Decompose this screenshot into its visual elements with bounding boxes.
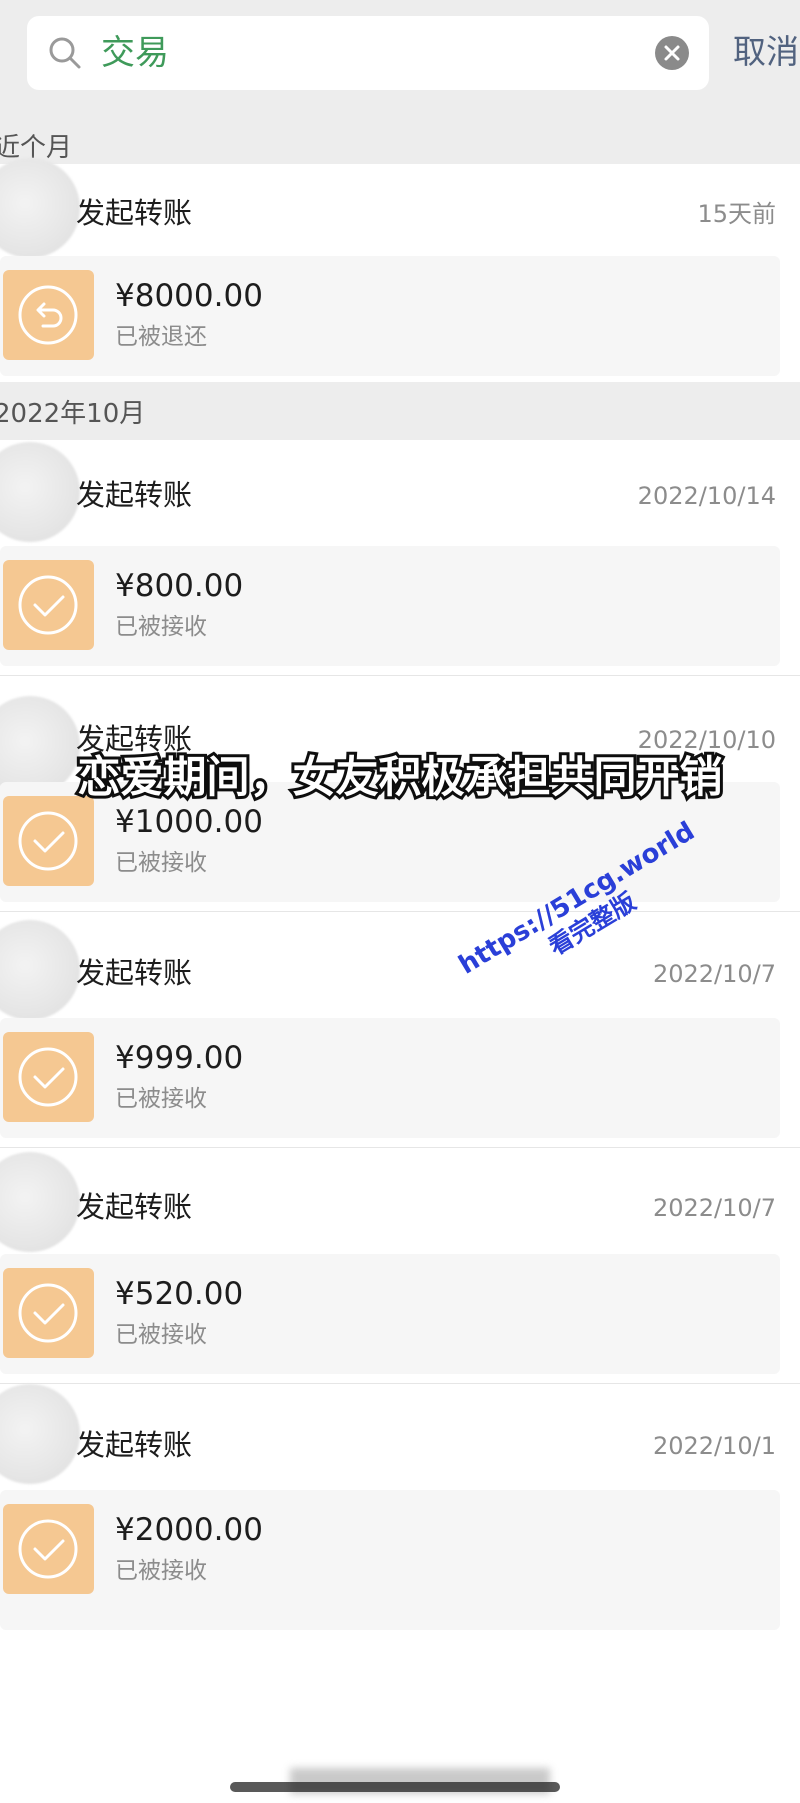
transaction-card[interactable]: 发起转账 2022/10/14 ¥800.00 已被接收: [0, 440, 800, 676]
transaction-title: 发起转账: [76, 196, 193, 230]
clear-icon[interactable]: [655, 36, 689, 70]
check-icon: [3, 560, 94, 650]
check-icon: [3, 1032, 94, 1122]
section-header: 近个月: [0, 112, 800, 164]
transaction-title: 发起转账: [76, 1190, 193, 1224]
transfer-amount: ¥8000.00: [115, 278, 263, 314]
check-icon: [3, 1504, 94, 1594]
transaction-date: 15天前: [697, 200, 776, 228]
transaction-title: 发起转账: [76, 956, 193, 990]
transfer-amount: ¥800.00: [115, 568, 244, 604]
transfer-amount: ¥999.00: [115, 1040, 244, 1076]
transfer-status: 已被接收: [115, 850, 207, 876]
cancel-button[interactable]: 取消: [733, 30, 799, 74]
transaction-title: 发起转账: [76, 1428, 193, 1462]
transfer-detail[interactable]: ¥2000.00 已被接收: [0, 1490, 780, 1630]
transfer-detail[interactable]: ¥8000.00 已被退还: [0, 256, 780, 376]
transfer-amount: ¥2000.00: [115, 1512, 263, 1548]
transaction-date: 2022/10/1: [652, 1432, 776, 1460]
transfer-status: 已被接收: [115, 1322, 207, 1348]
transfer-status: 已被退还: [115, 324, 207, 350]
transaction-card[interactable]: 发起转账 2022/10/1 ¥2000.00 已被接收: [0, 1384, 800, 1803]
avatar: [0, 920, 80, 1020]
transfer-amount: ¥520.00: [115, 1276, 244, 1312]
transfer-status: 已被接收: [115, 1086, 207, 1112]
transfer-detail[interactable]: ¥999.00 已被接收: [0, 1018, 780, 1138]
transaction-title: 发起转账: [76, 478, 193, 512]
check-icon: [3, 1268, 94, 1358]
avatar: [0, 158, 80, 258]
search-bar: 交易 取消: [0, 0, 800, 112]
transfer-status: 已被接收: [115, 614, 207, 640]
search-input[interactable]: 交易: [101, 30, 169, 76]
transaction-date: 2022/10/7: [652, 960, 776, 988]
avatar: [0, 1384, 80, 1484]
search-icon: [47, 35, 83, 71]
transfer-detail[interactable]: ¥800.00 已被接收: [0, 546, 780, 666]
transaction-card[interactable]: 发起转账 2022/10/7 ¥520.00 已被接收: [0, 1148, 800, 1384]
transaction-date: 2022/10/14: [637, 482, 776, 510]
transaction-card[interactable]: 发起转账 15天前 ¥8000.00 已被退还: [0, 158, 800, 382]
transfer-status: 已被接收: [115, 1558, 207, 1584]
transfer-detail[interactable]: ¥520.00 已被接收: [0, 1254, 780, 1374]
transaction-card[interactable]: 发起转账 2022/10/7 ¥999.00 已被接收: [0, 912, 800, 1148]
section-header: 2022年10月: [0, 382, 800, 440]
avatar: [0, 1152, 80, 1252]
video-caption: 恋爱期间，女友积极承担共同开销: [75, 750, 726, 806]
check-icon: [3, 796, 94, 886]
search-box[interactable]: 交易: [27, 16, 709, 90]
transaction-date: 2022/10/7: [652, 1194, 776, 1222]
home-indicator: [230, 1782, 560, 1792]
return-arrow-icon: [3, 270, 94, 360]
avatar: [0, 442, 80, 542]
section-header-label: 2022年10月: [0, 399, 146, 429]
